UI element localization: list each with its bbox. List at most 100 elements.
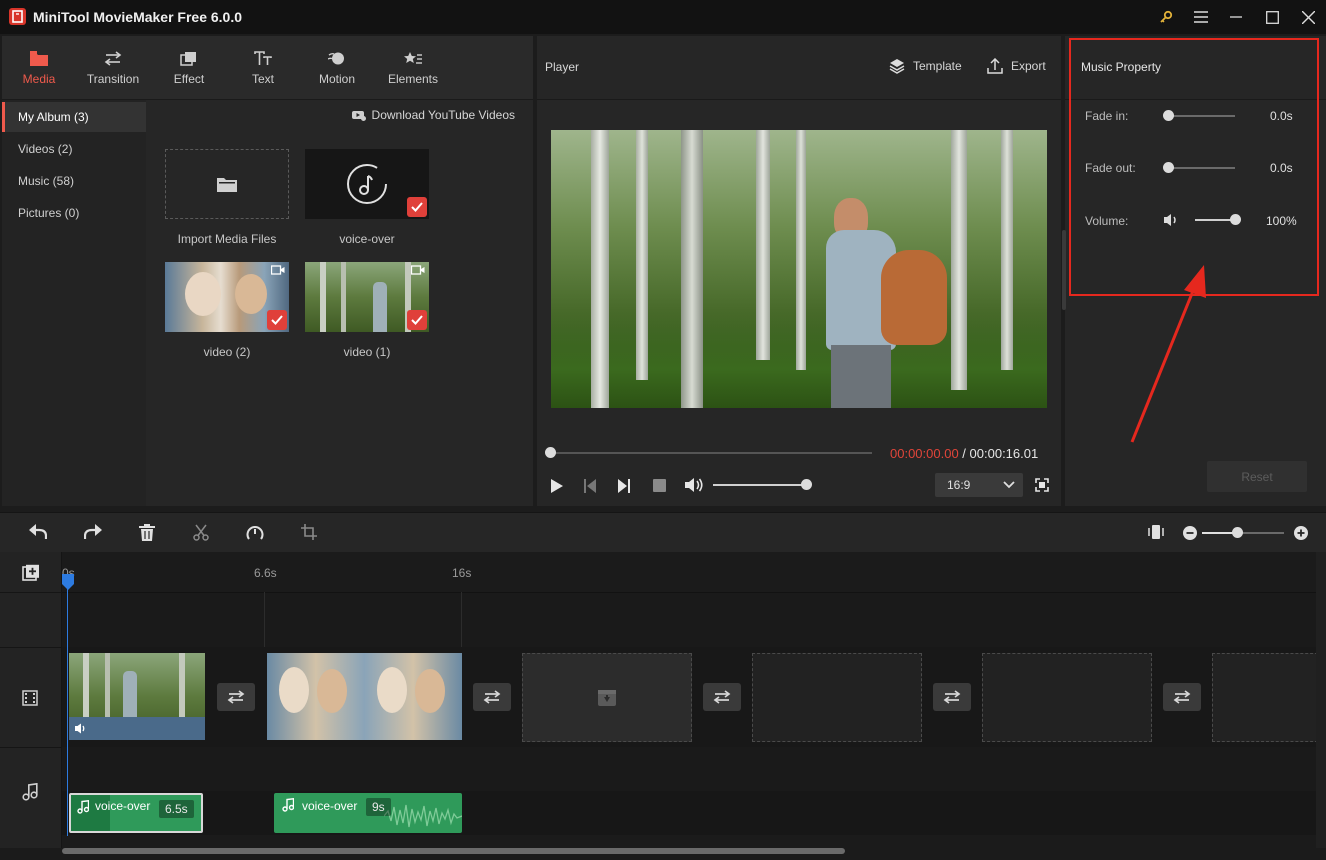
add-track-button[interactable] bbox=[22, 564, 40, 582]
tab-elements-label: Elements bbox=[387, 71, 439, 86]
effect-icon bbox=[180, 51, 196, 66]
video-frame-tree bbox=[951, 130, 967, 390]
media-item-video-1[interactable] bbox=[305, 262, 429, 332]
transition-slot-button[interactable] bbox=[473, 683, 511, 711]
panel-splitter[interactable] bbox=[1062, 230, 1066, 310]
annotation-highlight-box bbox=[1069, 38, 1319, 296]
download-youtube-label: Download YouTube Videos bbox=[371, 108, 515, 122]
tab-effect-label: Effect bbox=[173, 71, 205, 86]
video-frame-tree bbox=[1001, 130, 1013, 370]
sidebar-item-videos[interactable]: Videos (2) bbox=[2, 134, 146, 164]
audio-clip-1-duration: 6.5s bbox=[159, 800, 194, 818]
elements-icon bbox=[404, 51, 422, 64]
play-button[interactable] bbox=[550, 478, 564, 494]
minimize-icon[interactable] bbox=[1225, 6, 1247, 28]
playhead-handle[interactable] bbox=[62, 574, 74, 590]
empty-clip-slot[interactable] bbox=[522, 653, 692, 742]
volume-knob[interactable] bbox=[801, 479, 812, 490]
reset-button[interactable]: Reset bbox=[1207, 461, 1307, 492]
fullscreen-button[interactable] bbox=[1035, 478, 1049, 492]
transition-slot-button[interactable] bbox=[933, 683, 971, 711]
sidebar-item-music[interactable]: Music (58) bbox=[2, 166, 146, 196]
progress-knob[interactable] bbox=[545, 447, 556, 458]
text-icon bbox=[254, 50, 272, 65]
download-youtube-button[interactable]: Download YouTube Videos bbox=[351, 108, 515, 122]
add-track-icon bbox=[22, 564, 39, 581]
speed-button[interactable] bbox=[246, 524, 264, 541]
play-icon bbox=[551, 479, 563, 493]
volume-button[interactable] bbox=[684, 477, 704, 493]
timeline-vertical-scrollbar[interactable] bbox=[1316, 552, 1326, 848]
video-frame-tree bbox=[756, 130, 770, 360]
timeline-scrollbar[interactable] bbox=[62, 848, 845, 854]
audio-clip-2-name: voice-over bbox=[302, 799, 358, 813]
track-header-divider bbox=[0, 647, 62, 648]
aspect-ratio-select[interactable]: 16:9 bbox=[935, 473, 1023, 497]
transition-slot-button[interactable] bbox=[217, 683, 255, 711]
stop-icon bbox=[653, 479, 666, 492]
template-button[interactable]: Template bbox=[889, 58, 962, 74]
empty-clip-slot[interactable] bbox=[982, 653, 1152, 742]
previous-frame-button[interactable] bbox=[583, 478, 597, 494]
speaker-icon[interactable] bbox=[74, 723, 88, 734]
trash-icon bbox=[139, 524, 155, 541]
tab-text[interactable]: Text bbox=[226, 36, 300, 100]
zoom-track[interactable] bbox=[1238, 532, 1284, 534]
sidebar-item-my-album[interactable]: My Album (3) bbox=[2, 102, 146, 132]
video-clip-2[interactable] bbox=[267, 653, 462, 740]
close-icon[interactable] bbox=[1297, 6, 1319, 28]
maximize-icon[interactable] bbox=[1261, 6, 1283, 28]
tab-media-label: Media bbox=[22, 71, 56, 86]
clip-tree bbox=[83, 653, 89, 717]
key-icon[interactable] bbox=[1155, 6, 1177, 28]
video-clip-1[interactable] bbox=[69, 653, 205, 740]
transition-slot-button[interactable] bbox=[703, 683, 741, 711]
audio-clip-2-duration: 9s bbox=[366, 798, 391, 816]
main-toolbar: Media Transition Effect Text Motion Elem… bbox=[2, 36, 533, 100]
swap-icon bbox=[1173, 690, 1191, 704]
motion-icon bbox=[328, 52, 344, 64]
swap-icon bbox=[713, 690, 731, 704]
zoom-in-button[interactable] bbox=[1294, 526, 1308, 540]
zoom-out-button[interactable] bbox=[1183, 526, 1197, 540]
delete-button[interactable] bbox=[139, 524, 155, 541]
undo-button[interactable] bbox=[29, 524, 47, 540]
tab-effect[interactable]: Effect bbox=[152, 36, 226, 100]
audio-clip-1[interactable]: voice-over 6.5s bbox=[69, 793, 203, 833]
app-title: MiniTool MovieMaker Free 6.0.0 bbox=[33, 9, 243, 25]
stop-button[interactable] bbox=[653, 479, 666, 492]
tab-motion[interactable]: Motion bbox=[300, 36, 374, 100]
tab-elements[interactable]: Elements bbox=[376, 36, 450, 100]
thumbnail-face bbox=[185, 272, 221, 316]
clip-tree bbox=[179, 653, 185, 717]
zoom-fit-button[interactable] bbox=[1148, 523, 1164, 541]
progress-track[interactable] bbox=[550, 452, 872, 454]
tab-transition[interactable]: Transition bbox=[76, 36, 150, 100]
media-item-video-2[interactable] bbox=[165, 262, 289, 332]
media-item-voice-over[interactable] bbox=[305, 149, 429, 219]
empty-clip-slot[interactable] bbox=[752, 653, 922, 742]
thumbnail-tree bbox=[320, 262, 326, 332]
volume-track[interactable] bbox=[713, 484, 807, 486]
import-media-button[interactable] bbox=[165, 149, 289, 219]
menu-icon[interactable] bbox=[1190, 6, 1212, 28]
playhead-line bbox=[67, 574, 68, 836]
plus-circle-icon bbox=[1294, 526, 1308, 540]
sidebar-item-pictures[interactable]: Pictures (0) bbox=[2, 198, 146, 228]
zoom-knob[interactable] bbox=[1232, 527, 1243, 538]
tab-media[interactable]: Media bbox=[2, 36, 76, 100]
chevron-down-icon bbox=[1003, 481, 1015, 489]
split-button[interactable] bbox=[193, 524, 209, 541]
next-frame-button[interactable] bbox=[617, 478, 631, 494]
empty-clip-slot[interactable] bbox=[1212, 653, 1318, 742]
template-label: Template bbox=[913, 59, 962, 73]
crop-button[interactable] bbox=[301, 524, 317, 540]
empty-track-row bbox=[62, 592, 1316, 647]
export-button[interactable]: Export bbox=[987, 58, 1046, 74]
redo-button[interactable] bbox=[84, 524, 102, 540]
total-time: 00:00:16.01 bbox=[969, 446, 1039, 461]
transition-slot-button[interactable] bbox=[1163, 683, 1201, 711]
youtube-download-icon bbox=[351, 110, 366, 121]
audio-clip-2[interactable]: voice-over 9s bbox=[274, 793, 462, 833]
upload-icon bbox=[987, 58, 1003, 74]
